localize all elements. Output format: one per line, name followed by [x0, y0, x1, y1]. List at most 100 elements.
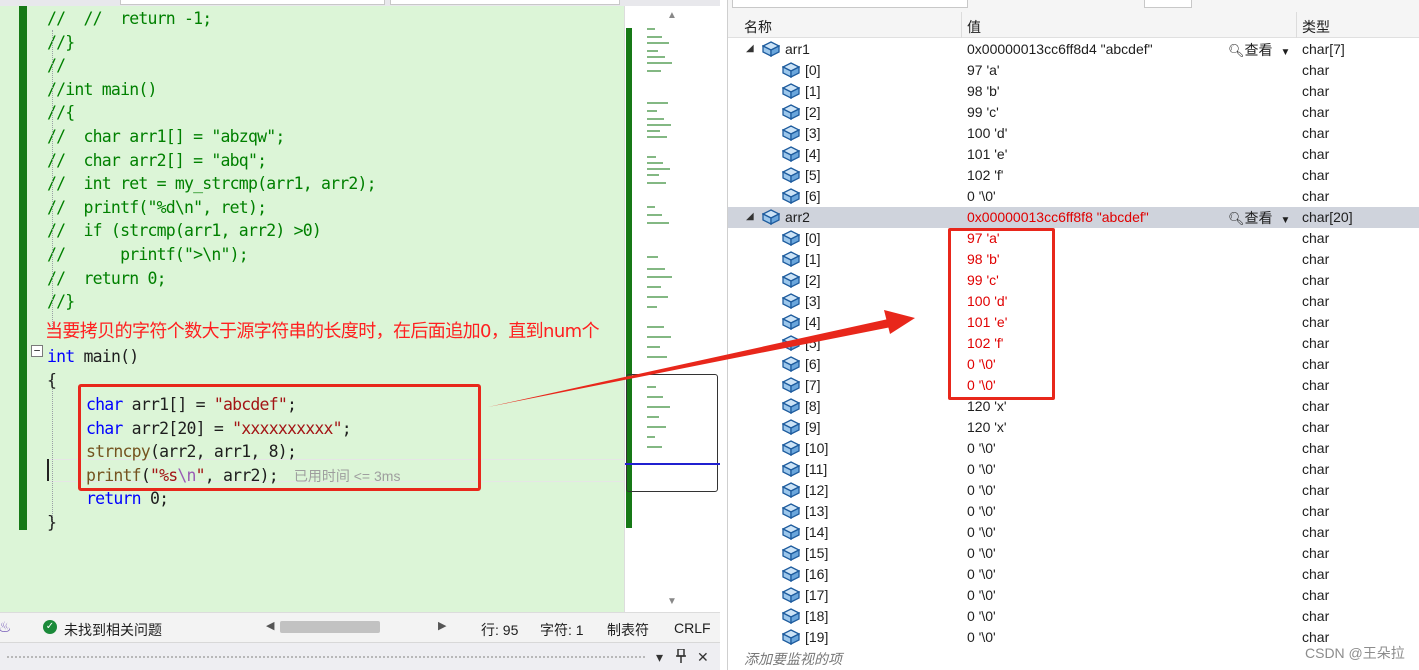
- watch-value[interactable]: 0 '\0': [967, 587, 996, 603]
- watch-element-row[interactable]: [14] 0 '\0' char: [728, 522, 1419, 543]
- navigation-dropdown-scope[interactable]: [120, 0, 385, 5]
- column-header-name[interactable]: 名称: [744, 17, 772, 37]
- pin-icon[interactable]: [676, 648, 686, 666]
- dropdown-icon[interactable]: ▾: [656, 649, 663, 666]
- scroll-left-icon[interactable]: ◀: [266, 619, 274, 632]
- visualizer-view-button[interactable]: 🔍︎查看 ▼: [1228, 40, 1290, 60]
- watch-type: char[7]: [1302, 41, 1345, 57]
- watch-value[interactable]: 101 'e': [967, 146, 1007, 162]
- watch-value[interactable]: 0 '\0': [967, 608, 996, 624]
- watch-element-row[interactable]: [17] 0 '\0' char: [728, 585, 1419, 606]
- watch-value[interactable]: 0 '\0': [967, 629, 996, 645]
- watch-value[interactable]: 0x00000013cc6ff8f8 "abcdef": [967, 209, 1149, 225]
- watch-type: char: [1302, 482, 1330, 498]
- collapse-arrow-icon[interactable]: ◢: [746, 211, 754, 222]
- line-number-status[interactable]: 行: 95: [481, 620, 518, 640]
- minimap-stroke: [647, 306, 657, 308]
- watch-value[interactable]: 0 '\0': [967, 482, 996, 498]
- watch-value[interactable]: 0 '\0': [967, 461, 996, 477]
- watch-element-row[interactable]: [15] 0 '\0' char: [728, 543, 1419, 564]
- char-column-status[interactable]: 字符: 1: [540, 620, 584, 640]
- watch-element-row[interactable]: [8] 120 'x' char: [728, 396, 1419, 417]
- watch-element-row[interactable]: [1] 98 'b' char: [728, 249, 1419, 270]
- comment-line: // printf("%d\n", ret);: [47, 197, 267, 217]
- watch-value[interactable]: 0x00000013cc6ff8d4 "abcdef": [967, 41, 1153, 57]
- watch-variable-row[interactable]: ◢ arr1 0x00000013cc6ff8d4 "abcdef" 🔍︎查看 ▼ cha…: [728, 39, 1419, 60]
- watch-search-input[interactable]: [732, 0, 968, 8]
- visualizer-view-button[interactable]: 🔍︎查看 ▼: [1228, 208, 1290, 228]
- watch-element-row[interactable]: [4] 101 'e' char: [728, 312, 1419, 333]
- line-ending-status[interactable]: CRLF: [674, 620, 711, 636]
- watch-element-row[interactable]: [5] 102 'f' char: [728, 165, 1419, 186]
- watch-element-row[interactable]: [3] 100 'd' char: [728, 291, 1419, 312]
- drag-grip[interactable]: [6, 655, 646, 659]
- watch-element-row[interactable]: [3] 100 'd' char: [728, 123, 1419, 144]
- search-depth-input[interactable]: [1144, 0, 1192, 8]
- watch-element-row[interactable]: [12] 0 '\0' char: [728, 480, 1419, 501]
- scroll-right-icon[interactable]: ▶: [438, 619, 446, 632]
- minimap-viewport[interactable]: [626, 374, 718, 492]
- comment-line: //int main(): [47, 79, 157, 99]
- watch-name: [1]: [805, 83, 821, 99]
- code-line-brace-open: {: [47, 369, 57, 392]
- minimap-stroke: [647, 296, 668, 298]
- watch-element-row[interactable]: [6] 0 '\0' char: [728, 186, 1419, 207]
- watch-value[interactable]: 99 'c': [967, 104, 999, 120]
- watch-element-row[interactable]: [16] 0 '\0' char: [728, 564, 1419, 585]
- watch-variable-row[interactable]: ◢ arr2 0x00000013cc6ff8f8 "abcdef" 🔍︎查看 ▼ cha…: [728, 207, 1419, 228]
- watch-type: char: [1302, 566, 1330, 582]
- minimap-stroke: [647, 346, 660, 348]
- watch-element-row[interactable]: [11] 0 '\0' char: [728, 459, 1419, 480]
- watch-element-row[interactable]: [0] 97 'a' char: [728, 228, 1419, 249]
- column-header-type[interactable]: 类型: [1302, 17, 1330, 37]
- dropdown-icon[interactable]: ▼: [1281, 215, 1291, 226]
- code-minimap[interactable]: ▲ ▼: [624, 6, 720, 612]
- watch-value[interactable]: 0 '\0': [967, 566, 996, 582]
- watch-element-row[interactable]: [2] 99 'c' char: [728, 270, 1419, 291]
- intellicode-icon[interactable]: ♨: [0, 618, 11, 636]
- watch-value[interactable]: 102 'f': [967, 167, 1003, 183]
- watch-element-row[interactable]: [1] 98 'b' char: [728, 81, 1419, 102]
- watch-element-row[interactable]: [2] 99 'c' char: [728, 102, 1419, 123]
- add-watch-placeholder[interactable]: 添加要监视的项: [744, 649, 842, 669]
- close-icon[interactable]: ✕: [697, 649, 709, 666]
- indent-mode-status[interactable]: 制表符: [607, 620, 649, 640]
- watermark: CSDN @王朵拉: [1305, 645, 1405, 661]
- watch-element-row[interactable]: [7] 0 '\0' char: [728, 375, 1419, 396]
- search-icon: 🔍︎: [1228, 211, 1245, 226]
- issues-status[interactable]: 未找到相关问题: [64, 620, 162, 640]
- watch-element-row[interactable]: [6] 0 '\0' char: [728, 354, 1419, 375]
- navigation-dropdown-member[interactable]: [390, 0, 620, 5]
- watch-value[interactable]: 0 '\0': [967, 545, 996, 561]
- watch-element-row[interactable]: [9] 120 'x' char: [728, 417, 1419, 438]
- watch-value[interactable]: 120 'x': [967, 419, 1007, 435]
- watch-value[interactable]: 0 '\0': [967, 524, 996, 540]
- minimap-stroke: [647, 286, 661, 288]
- watch-element-row[interactable]: [4] 101 'e' char: [728, 144, 1419, 165]
- watch-value[interactable]: 0 '\0': [967, 440, 996, 456]
- code-text-area[interactable]: // // return -1;//}////int main()//{// c…: [0, 6, 624, 612]
- horizontal-scrollbar-thumb[interactable]: [280, 621, 380, 633]
- variable-icon: [781, 566, 801, 583]
- watch-element-row[interactable]: [18] 0 '\0' char: [728, 606, 1419, 627]
- watch-value[interactable]: 120 'x': [967, 398, 1007, 414]
- fold-collapse-icon[interactable]: −: [31, 345, 43, 357]
- watch-element-row[interactable]: [0] 97 'a' char: [728, 60, 1419, 81]
- watch-element-row[interactable]: [5] 102 'f' char: [728, 333, 1419, 354]
- watch-value[interactable]: 100 'd': [967, 125, 1007, 141]
- search-icon: 🔍︎: [1228, 43, 1245, 58]
- collapse-arrow-icon[interactable]: ◢: [746, 43, 754, 54]
- variable-icon: [781, 461, 801, 478]
- dropdown-icon[interactable]: ▼: [1281, 47, 1291, 58]
- watch-element-row[interactable]: [10] 0 '\0' char: [728, 438, 1419, 459]
- watch-value[interactable]: 97 'a': [967, 62, 1000, 78]
- scroll-down-icon[interactable]: ▼: [667, 596, 677, 607]
- scroll-up-icon[interactable]: ▲: [667, 10, 677, 21]
- watch-value[interactable]: 98 'b': [967, 83, 1000, 99]
- watch-search-bar[interactable]: [728, 0, 1419, 12]
- watch-value[interactable]: 0 '\0': [967, 188, 996, 204]
- watch-value[interactable]: 0 '\0': [967, 503, 996, 519]
- comment-line: // int ret = my_strcmp(arr1, arr2);: [47, 174, 377, 194]
- watch-element-row[interactable]: [13] 0 '\0' char: [728, 501, 1419, 522]
- column-header-value[interactable]: 值: [967, 17, 981, 37]
